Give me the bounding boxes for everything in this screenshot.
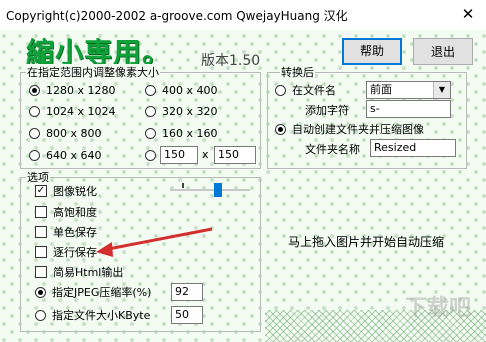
watermark: 下载吧 [405,296,472,321]
drop-hint: 马上拖入图片并开始自动压缩 [288,235,445,249]
main-window: Copyright(c)2000-2002 a-groove.com Qweja… [0,0,486,342]
